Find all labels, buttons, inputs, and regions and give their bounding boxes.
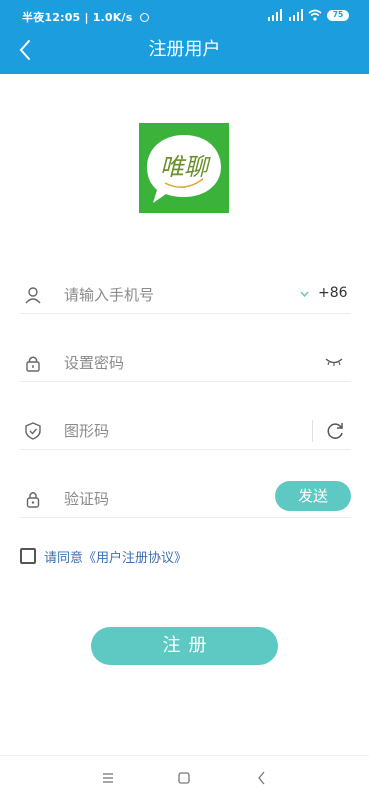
refresh-icon[interactable] — [325, 421, 345, 441]
status-left: 半夜12:05 | 1.0K/s — [22, 9, 149, 25]
back-triangle-icon[interactable] — [254, 770, 270, 786]
shield-icon — [25, 422, 41, 440]
status-bar: 半夜12:05 | 1.0K/s 75 — [0, 0, 369, 32]
user-icon — [25, 287, 41, 304]
wifi-icon — [308, 9, 322, 21]
country-code[interactable]: +86 — [318, 285, 348, 301]
divider — [312, 420, 313, 442]
sms-code-input[interactable] — [64, 488, 294, 510]
menu-icon[interactable] — [100, 770, 116, 786]
lock-icon-2 — [26, 492, 40, 508]
app-header: 半夜12:05 | 1.0K/s 75 注册用户 — [0, 0, 369, 74]
send-code-button[interactable]: 发送 — [275, 481, 351, 511]
sms-row: 发送 — [20, 481, 351, 518]
agreement-link[interactable]: 请同意《用户注册协议》 — [44, 547, 187, 566]
network-speed: 1.0K/s — [92, 11, 133, 24]
captcha-row — [20, 414, 351, 450]
captcha-input[interactable] — [64, 420, 294, 442]
agreement-row: 请同意《用户注册协议》 — [20, 546, 187, 566]
lock-icon — [26, 356, 40, 372]
password-row — [20, 346, 351, 382]
status-time: 半夜12:05 — [22, 11, 81, 24]
system-nav-bar — [0, 755, 369, 800]
phone-input[interactable] — [64, 284, 294, 306]
register-button[interactable]: 注册 — [91, 627, 278, 665]
home-square-icon[interactable] — [176, 770, 192, 786]
alarm-icon — [139, 13, 149, 22]
phone-row: +86 — [20, 278, 351, 314]
signal-icon — [268, 9, 282, 21]
status-right: 75 — [266, 8, 349, 22]
battery-icon: 75 — [327, 9, 349, 21]
signal-icon-2 — [289, 9, 303, 21]
page-title: 注册用户 — [148, 39, 221, 60]
password-input[interactable] — [64, 352, 294, 374]
eye-closed-icon[interactable] — [325, 357, 343, 367]
app-logo: 唯聊 — [139, 123, 229, 213]
logo-text: 唯聊 — [160, 153, 211, 181]
chevron-down-icon[interactable] — [300, 291, 309, 297]
agreement-checkbox[interactable] — [20, 548, 36, 564]
